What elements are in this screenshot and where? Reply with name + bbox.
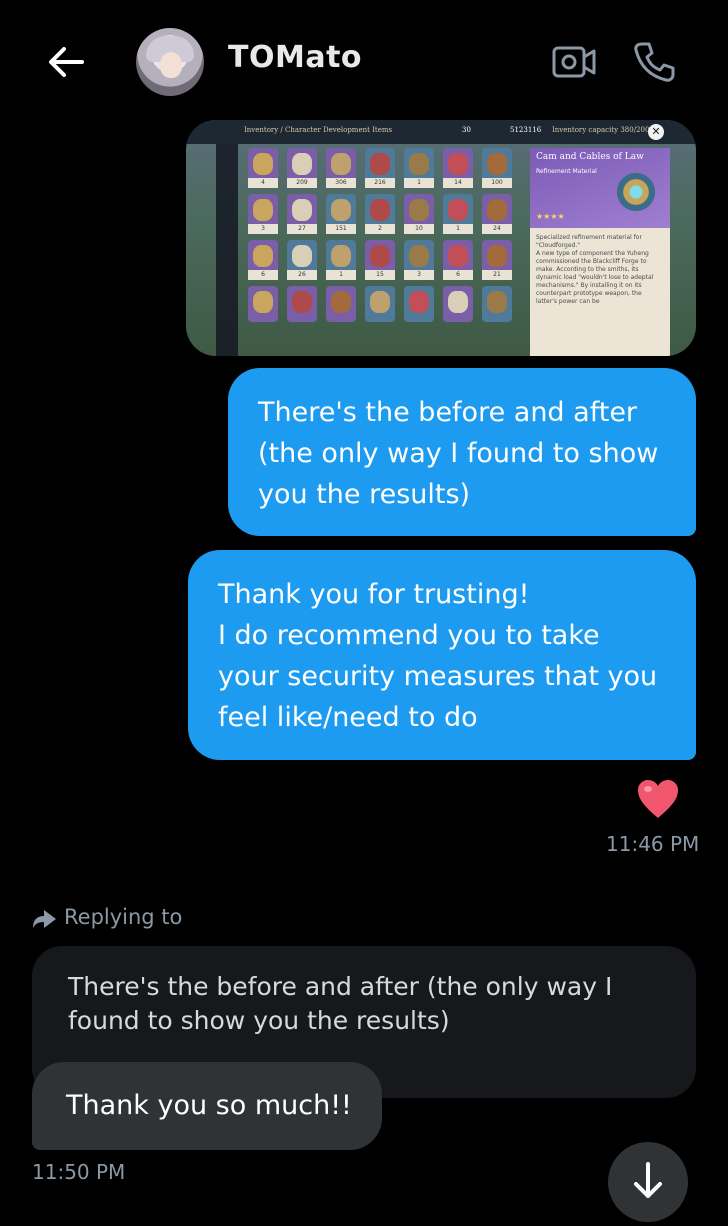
game-resin: 30 <box>462 126 471 134</box>
inventory-item: 306 <box>326 148 356 188</box>
inventory-item: 2 <box>365 194 395 234</box>
inventory-item: 15 <box>365 240 395 280</box>
sent-message-2-line-1: Thank you for trusting! <box>218 579 530 610</box>
inventory-item-count: 1 <box>326 270 356 280</box>
inventory-item-count: 3 <box>248 224 278 234</box>
inventory-item: 21 <box>482 240 512 280</box>
inventory-item-count: 26 <box>287 270 317 280</box>
game-capacity: Inventory capacity 380/2000 <box>552 126 654 134</box>
inventory-item: 1 <box>443 194 473 234</box>
inventory-item-count: 151 <box>326 224 356 234</box>
message-timestamp: 11:46 PM <box>606 832 700 856</box>
sent-message-2[interactable]: Thank you for trusting! I do recommend y… <box>188 550 696 760</box>
inventory-item <box>482 286 512 322</box>
inventory-item-count: 209 <box>287 178 317 188</box>
inventory-item-count: 6 <box>443 270 473 280</box>
close-icon: ✕ <box>648 124 664 140</box>
inventory-item: 4 <box>248 148 278 188</box>
item-image <box>616 168 656 216</box>
game-mora: 5123116 <box>510 126 542 134</box>
game-topbar: Inventory / Character Development Items … <box>186 120 696 144</box>
phone-icon <box>634 42 675 82</box>
item-description: Specialized refinement material for "Clo… <box>536 234 654 305</box>
inventory-item-count: 21 <box>482 270 512 280</box>
item-title: Cam and Cables of Law <box>536 152 644 162</box>
video-call-button[interactable] <box>552 44 596 80</box>
shared-image[interactable]: Inventory / Character Development Items … <box>186 120 696 356</box>
heart-reaction-icon[interactable] <box>636 778 680 820</box>
inventory-item-count: 15 <box>365 270 395 280</box>
inventory-item-count: 100 <box>482 178 512 188</box>
back-button[interactable] <box>44 40 88 84</box>
inventory-item: 3 <box>404 240 434 280</box>
inventory-item-count: 1 <box>443 224 473 234</box>
inventory-item-count: 14 <box>443 178 473 188</box>
inventory-item-count: 6 <box>248 270 278 280</box>
arrow-left-icon <box>49 47 84 77</box>
sent-message-2-line-2: I do recommend you to take your security… <box>218 620 658 733</box>
inventory-item: 6 <box>248 240 278 280</box>
sent-message-1[interactable]: There's the before and after (the only w… <box>228 368 696 536</box>
item-subtitle: Refinement Material <box>536 168 597 175</box>
quoted-message-text: There's the before and after (the only w… <box>68 972 613 1035</box>
inventory-item-count: 10 <box>404 224 434 234</box>
inventory-item-count: 27 <box>287 224 317 234</box>
inventory-item: 6 <box>443 240 473 280</box>
inventory-item: 10 <box>404 194 434 234</box>
scroll-to-bottom-button[interactable] <box>608 1142 688 1222</box>
inventory-item: 100 <box>482 148 512 188</box>
item-stars: ★★★★ <box>536 212 565 221</box>
inventory-item-count: 24 <box>482 224 512 234</box>
inventory-item: 27 <box>287 194 317 234</box>
avatar[interactable] <box>136 28 204 96</box>
phone-call-button[interactable] <box>632 40 676 84</box>
reply-arrow-icon <box>33 910 56 928</box>
inventory-item <box>404 286 434 322</box>
replying-to-label: Replying to <box>64 905 183 929</box>
inventory-item-count: 4 <box>248 178 278 188</box>
message-timestamp-2: 11:50 PM <box>32 1160 126 1184</box>
inventory-item: 209 <box>287 148 317 188</box>
inventory-item <box>443 286 473 322</box>
inventory-item: 216 <box>365 148 395 188</box>
inventory-item: 3 <box>248 194 278 234</box>
contact-name[interactable]: TOMato <box>228 40 362 75</box>
inventory-item: 1 <box>326 240 356 280</box>
inventory-item <box>287 286 317 322</box>
item-detail-panel: Cam and Cables of Law Refinement Materia… <box>530 148 670 356</box>
game-sidebar <box>216 144 238 356</box>
inventory-item: 14 <box>443 148 473 188</box>
video-camera-icon <box>552 46 596 78</box>
inventory-item: 151 <box>326 194 356 234</box>
inventory-item: 24 <box>482 194 512 234</box>
inventory-item <box>248 286 278 322</box>
inventory-item-count: 3 <box>404 270 434 280</box>
inventory-item: 26 <box>287 240 317 280</box>
inventory-item-count: 216 <box>365 178 395 188</box>
inventory-item-count: 1 <box>404 178 434 188</box>
inventory-item <box>365 286 395 322</box>
inventory-item-count: 2 <box>365 224 395 234</box>
inventory-item: 1 <box>404 148 434 188</box>
game-breadcrumb: Inventory / Character Development Items <box>244 126 393 134</box>
inventory-item-count: 306 <box>326 178 356 188</box>
inventory-item <box>326 286 356 322</box>
arrow-down-icon <box>634 1162 662 1198</box>
received-message-1-text: Thank you so much!! <box>66 1090 352 1121</box>
